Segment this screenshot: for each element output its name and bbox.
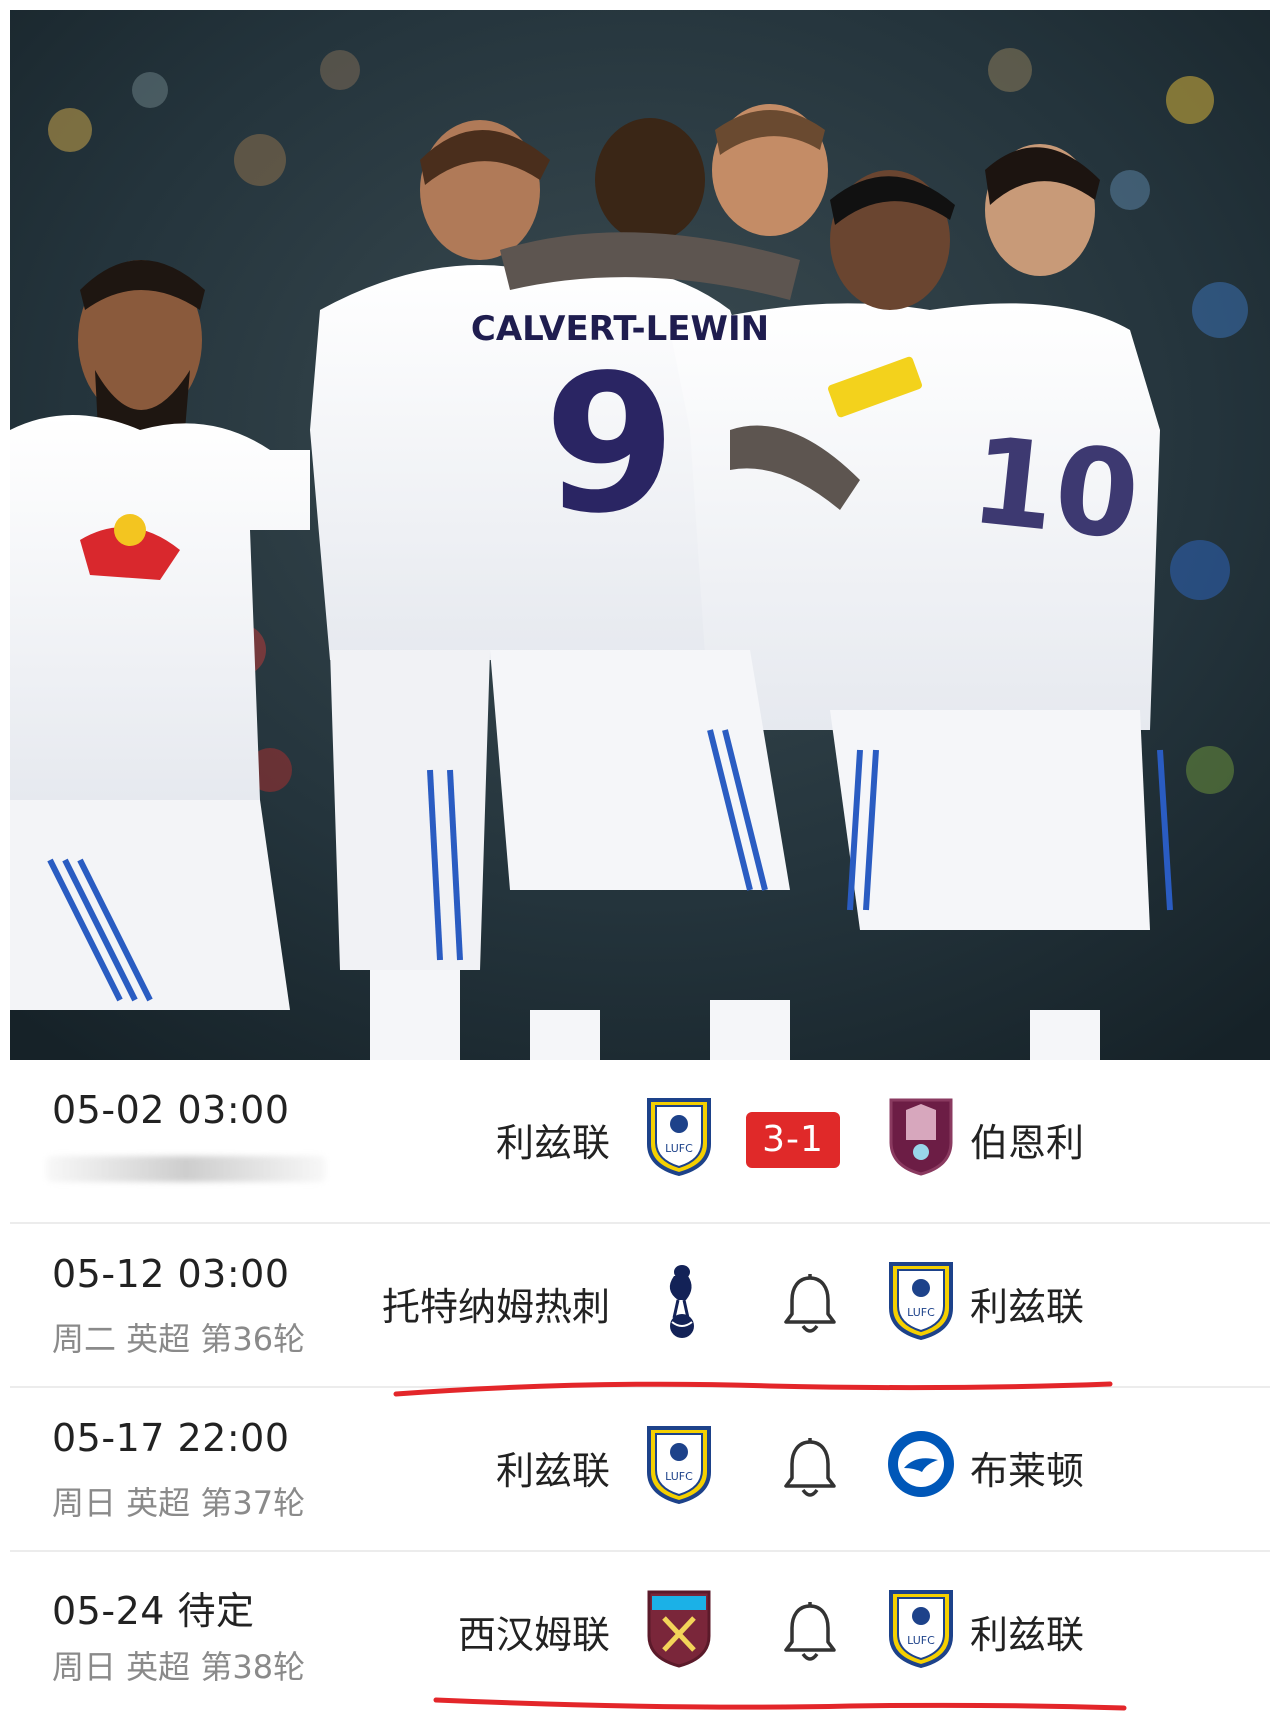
fixture-list: 05-02 03:00 利兹联 LUFC 3-1 伯恩利 05-12 03:00… bbox=[10, 1060, 1270, 1714]
away-team-name: 布莱顿 bbox=[970, 1449, 1085, 1493]
leeds-crest-icon: LUFC bbox=[647, 1098, 711, 1176]
home-team-name: 利兹联 bbox=[495, 1449, 610, 1493]
match-row[interactable]: 05-17 22:00 周日 英超 第37轮 利兹联 LUFC 布莱顿 bbox=[10, 1388, 1270, 1552]
match-row[interactable]: 05-24 待定 周日 英超 第38轮 西汉姆联 LUFC 利兹联 bbox=[10, 1552, 1270, 1714]
away-team-name: 伯恩利 bbox=[970, 1121, 1085, 1165]
away-team-name: 利兹联 bbox=[970, 1613, 1085, 1657]
match-meta: 周二 英超 第36轮 bbox=[52, 1320, 306, 1358]
blurred-meta bbox=[46, 1156, 326, 1182]
red-underline-annotation bbox=[433, 1697, 1127, 1711]
svg-text:LUFC: LUFC bbox=[907, 1306, 935, 1319]
match-datetime: 05-24 待定 bbox=[52, 1589, 255, 1633]
home-team-name: 西汉姆联 bbox=[457, 1613, 610, 1657]
bell-icon[interactable] bbox=[780, 1272, 840, 1338]
score-badge: 3-1 bbox=[746, 1112, 840, 1168]
svg-text:LUFC: LUFC bbox=[907, 1634, 935, 1647]
match-datetime: 05-02 03:00 bbox=[52, 1088, 290, 1132]
match-row[interactable]: 05-02 03:00 利兹联 LUFC 3-1 伯恩利 bbox=[10, 1060, 1270, 1224]
leeds-crest-icon: LUFC bbox=[647, 1426, 711, 1504]
brighton-crest-icon bbox=[888, 1431, 954, 1497]
jersey-number-text: 9 bbox=[544, 334, 676, 555]
leeds-crest-icon: LUFC bbox=[889, 1262, 953, 1340]
burnley-crest-icon bbox=[889, 1098, 953, 1176]
leeds-crest-icon: LUFC bbox=[889, 1590, 953, 1668]
bell-icon[interactable] bbox=[780, 1436, 840, 1502]
match-datetime: 05-17 22:00 bbox=[52, 1416, 290, 1460]
match-datetime: 05-12 03:00 bbox=[52, 1252, 290, 1296]
westham-crest-icon bbox=[647, 1590, 711, 1668]
jersey-partial-number-text: 10 bbox=[965, 412, 1146, 568]
bell-icon[interactable] bbox=[780, 1600, 840, 1666]
match-row[interactable]: 05-12 03:00 周二 英超 第36轮 托特纳姆热刺 LUFC 利兹联 bbox=[10, 1224, 1270, 1397]
match-meta: 周日 英超 第38轮 bbox=[52, 1648, 306, 1686]
match-meta: 周日 英超 第37轮 bbox=[52, 1484, 306, 1522]
match-photo: CALVERT-LEWIN 9 10 bbox=[10, 10, 1270, 1060]
away-team-name: 利兹联 bbox=[970, 1285, 1085, 1329]
home-team-name: 利兹联 bbox=[495, 1121, 610, 1165]
home-team-name: 托特纳姆热刺 bbox=[381, 1285, 610, 1329]
tottenham-crest-icon bbox=[669, 1265, 694, 1338]
svg-text:LUFC: LUFC bbox=[665, 1470, 693, 1483]
svg-text:LUFC: LUFC bbox=[665, 1142, 693, 1155]
